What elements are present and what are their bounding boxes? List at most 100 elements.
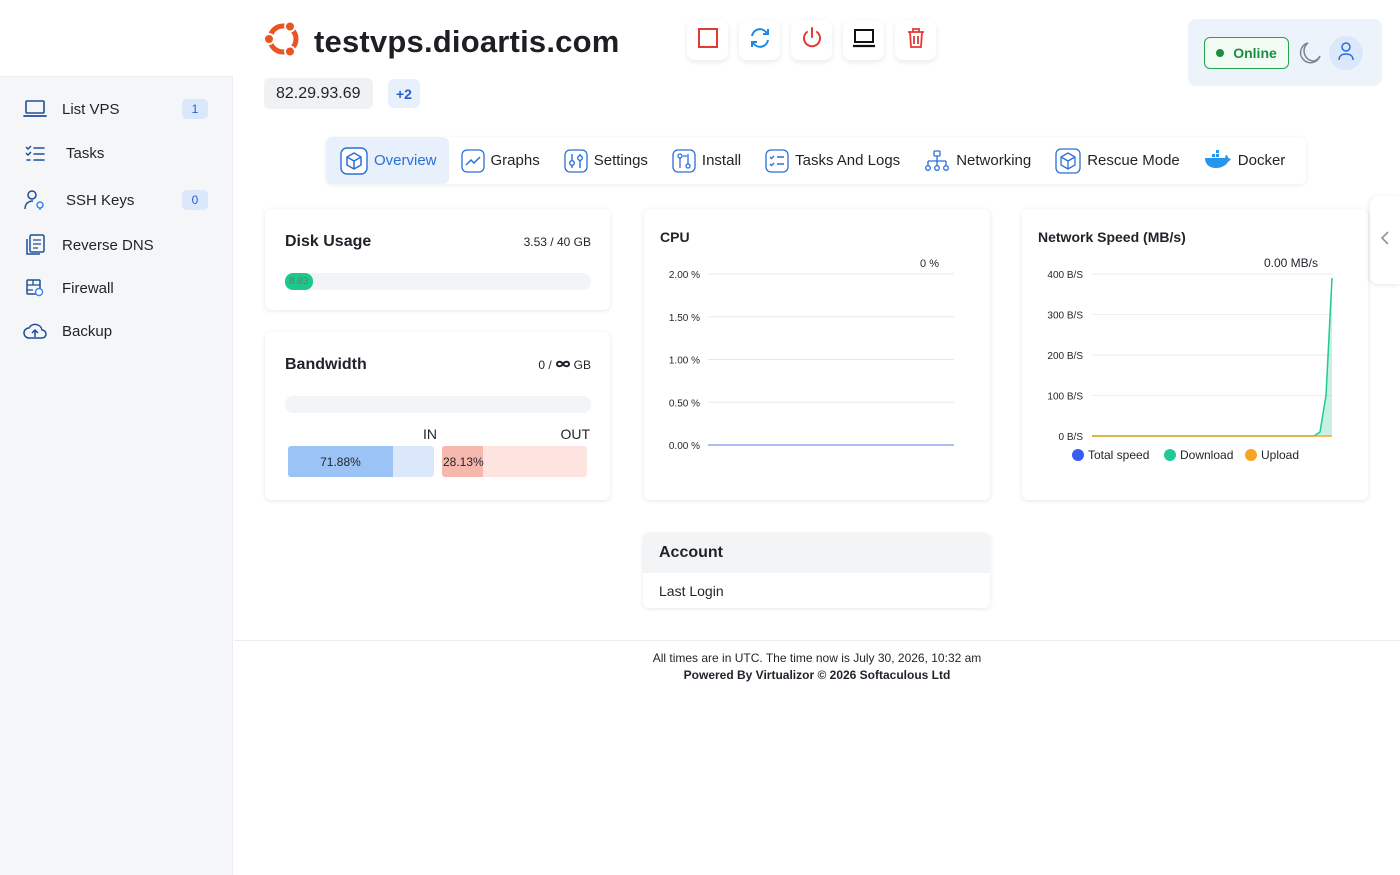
account-title: Account (643, 533, 990, 573)
tab-label: Rescue Mode (1087, 152, 1180, 169)
sidebar-item-reverse-dns[interactable]: Reverse DNS (22, 230, 208, 260)
tab-settings[interactable]: Settings (552, 137, 660, 184)
tab-label: Graphs (490, 152, 540, 169)
bandwidth-card: Bandwidth 0 / GB IN OUT 71.88% 28.13% (265, 332, 610, 500)
bandwidth-progress (285, 396, 591, 413)
tab-label: Networking (956, 152, 1032, 169)
tab-graphs[interactable]: Graphs (449, 137, 552, 184)
primary-ip: 82.29.93.69 (264, 78, 373, 109)
tab-install[interactable]: Install (660, 137, 753, 184)
network-y-tick-label: 0 B/S (1059, 432, 1084, 443)
sidebar-item-list-vps[interactable]: List VPS 1 (22, 94, 208, 124)
disk-usage-progress-fill: 8.83 (285, 273, 313, 290)
network-icon (924, 149, 950, 173)
sidebar-logo-area (0, 0, 233, 77)
ssh-keys-count-badge: 0 (182, 190, 208, 210)
tab-rescue-mode[interactable]: Rescue Mode (1043, 137, 1192, 184)
more-ips-button[interactable]: +2 (388, 79, 420, 108)
tab-label: Tasks And Logs (795, 152, 901, 169)
infinity-icon (555, 358, 571, 372)
account-card: Account Last Login (643, 533, 990, 608)
cpu-y-tick-label: 0.00 % (669, 441, 700, 452)
bandwidth-title: Bandwidth (285, 356, 367, 373)
legend-label: Download (1180, 448, 1233, 462)
tasks-list-icon (22, 140, 48, 166)
legend-swatch (1164, 449, 1176, 461)
cpu-y-tick-label: 1.50 % (669, 313, 700, 324)
vps-action-toolbar (687, 20, 936, 60)
network-y-tick-label: 300 B/S (1047, 311, 1083, 322)
network-speed-chart: 0.00 MB/s 400 B/S 300 B/S 200 B/S 100 B/S 0 B… (1047, 256, 1333, 462)
rescue-icon (1055, 147, 1081, 174)
sliders-icon (564, 148, 588, 173)
ssh-key-user-icon (22, 187, 48, 213)
status-label: Online (1233, 45, 1277, 61)
bandwidth-value: 0 / GB (538, 358, 591, 372)
right-panel-toggle[interactable] (1370, 196, 1400, 284)
cpu-chart: 0 % 2.00 % 1.50 % 1.00 % 0.50 % 0.00 % (669, 258, 954, 452)
power-icon (800, 26, 824, 55)
disk-usage-title: Disk Usage (285, 233, 372, 250)
tab-networking[interactable]: Networking (912, 137, 1043, 184)
disk-usage-progress: 8.83 (285, 273, 591, 290)
vps-count-badge: 1 (182, 99, 208, 119)
disk-usage-percent: 8.83 (289, 276, 309, 287)
restart-icon (748, 26, 772, 55)
sidebar-item-label: SSH Keys (66, 191, 135, 209)
stop-icon (697, 27, 719, 54)
vnc-console-button[interactable] (843, 20, 884, 60)
cube-icon (340, 146, 368, 175)
sidebar-item-label: Reverse DNS (62, 236, 154, 254)
cpu-current-value: 0 % (920, 258, 939, 270)
sidebar: List VPS 1 Tasks SSH Keys 0 Reverse DNS … (0, 0, 233, 875)
restart-button[interactable] (739, 20, 780, 60)
firewall-icon (22, 275, 48, 301)
sidebar-item-firewall[interactable]: Firewall (22, 273, 208, 303)
sidebar-item-ssh-keys[interactable]: SSH Keys 0 (22, 185, 208, 215)
moon-icon (1296, 42, 1322, 71)
bandwidth-in-label: IN (423, 426, 437, 442)
bandwidth-out-bar: 28.13% (442, 446, 587, 477)
vps-tabs: Overview Graphs Settings Install Tasks A… (326, 137, 1306, 184)
sidebar-item-label: Tasks (66, 144, 105, 162)
tab-overview[interactable]: Overview (326, 137, 449, 184)
user-menu-button[interactable] (1329, 36, 1363, 70)
power-off-button[interactable] (791, 20, 832, 60)
network-y-tick-label: 400 B/S (1047, 270, 1083, 281)
sidebar-item-backup[interactable]: Backup (22, 316, 208, 346)
bandwidth-in-percent: 71.88% (320, 454, 361, 469)
legend-label: Upload (1261, 448, 1299, 462)
online-status-badge[interactable]: Online (1204, 37, 1289, 69)
tab-docker[interactable]: Docker (1192, 137, 1298, 184)
sidebar-item-label: Backup (62, 322, 113, 340)
network-speed-card: Network Speed (MB/s) 0.00 MB/s 400 B/S 300… (1022, 209, 1368, 500)
stop-button[interactable] (687, 20, 728, 60)
docker-icon (1204, 149, 1232, 172)
user-icon (1337, 41, 1355, 66)
tab-label: Settings (593, 152, 648, 169)
cpu-y-tick-label: 2.00 % (669, 270, 700, 281)
cpu-y-tick-label: 0.50 % (669, 398, 700, 409)
dark-mode-toggle[interactable] (1296, 41, 1322, 72)
tab-label: Docker (1237, 152, 1286, 169)
tab-label: Overview (374, 152, 437, 169)
download-line (1092, 278, 1333, 437)
bandwidth-in-bar: 71.88% (288, 446, 434, 477)
bandwidth-unit: GB (573, 358, 591, 372)
chevron-left-icon (1380, 230, 1390, 251)
bandwidth-out-fill: 28.13% (442, 446, 484, 477)
network-y-tick-label: 200 B/S (1047, 351, 1083, 362)
delete-button[interactable] (895, 20, 936, 60)
disk-usage-value: 3.53 / 40 GB (523, 235, 591, 249)
legend-swatch (1072, 449, 1084, 461)
sidebar-item-tasks[interactable]: Tasks (22, 138, 208, 168)
tab-tasks-and-logs[interactable]: Tasks And Logs (753, 137, 912, 184)
cpu-y-tick-label: 1.00 % (669, 356, 700, 367)
ubuntu-os-icon (262, 18, 304, 65)
footer-time: All times are in UTC. The time now is Ju… (652, 651, 982, 665)
sidebar-item-label: List VPS (62, 100, 120, 118)
install-icon (672, 148, 696, 173)
bandwidth-in-fill: 71.88% (288, 446, 393, 477)
network-y-tick-label: 100 B/S (1047, 392, 1083, 403)
bandwidth-out-label: OUT (560, 426, 590, 442)
